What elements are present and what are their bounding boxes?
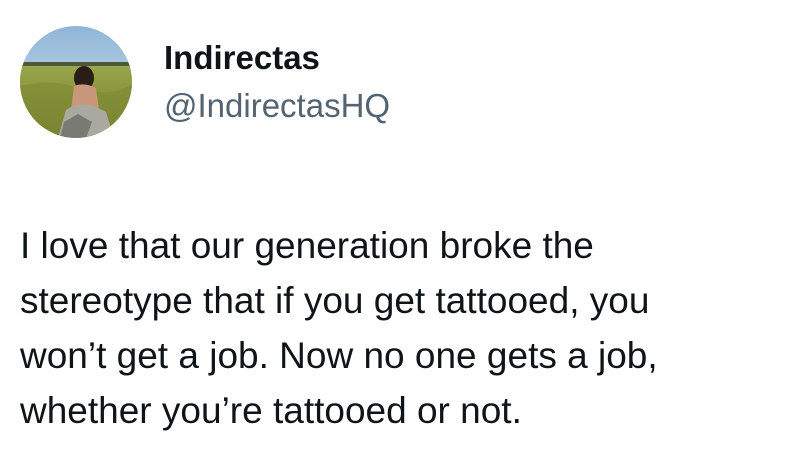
tweet-header: Indirectas @IndirectasHQ — [20, 26, 390, 138]
avatar-photo — [20, 26, 132, 138]
display-name[interactable]: Indirectas — [164, 38, 390, 78]
tweet-card: Indirectas @IndirectasHQ I love that our… — [0, 0, 800, 465]
user-handle[interactable]: @IndirectasHQ — [164, 86, 390, 126]
author-identity: Indirectas @IndirectasHQ — [164, 38, 390, 126]
tweet-text: I love that our generation broke the ste… — [20, 225, 658, 431]
avatar[interactable] — [20, 26, 132, 138]
